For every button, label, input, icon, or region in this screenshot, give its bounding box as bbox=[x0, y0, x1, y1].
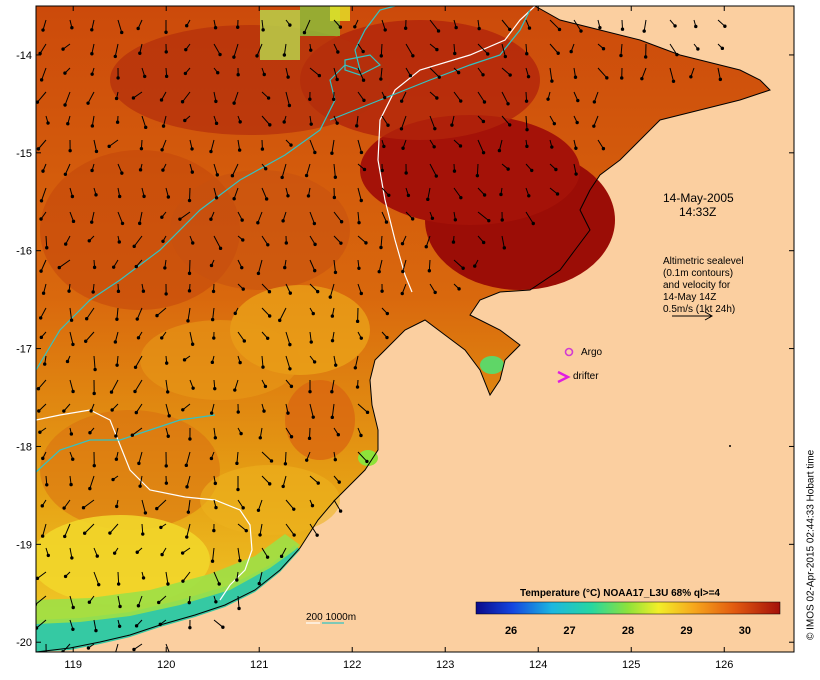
x-tick-label: 121 bbox=[250, 659, 268, 671]
colorbar-tick-label: 30 bbox=[739, 625, 751, 637]
altimetry-line: and velocity for bbox=[663, 280, 731, 291]
scale-label: 200 1000m bbox=[306, 612, 356, 623]
colorbar-tick-label: 29 bbox=[680, 625, 692, 637]
x-tick-label: 120 bbox=[157, 659, 175, 671]
timestamp-time: 14:33Z bbox=[679, 205, 716, 219]
sst-map: 119 120 121 122 123 124 125 126 -14 -15 -16 -17 -18… bbox=[16, 5, 795, 671]
credit-label: © IMOS 02-Apr-2015 02:44:33 Hobart time bbox=[805, 449, 816, 640]
altimetry-line: Altimetric sealevel bbox=[663, 256, 744, 267]
x-tick-label: 126 bbox=[715, 659, 733, 671]
y-tick-label: -18 bbox=[16, 441, 32, 453]
x-tick-label: 122 bbox=[343, 659, 361, 671]
colorbar-gradient bbox=[475, 601, 781, 615]
x-tick-label: 124 bbox=[529, 659, 547, 671]
y-tick-label: -15 bbox=[16, 148, 32, 160]
drifter-label: drifter bbox=[573, 371, 599, 382]
y-tick-label: -19 bbox=[16, 539, 32, 551]
argo-label: Argo bbox=[581, 347, 603, 358]
x-tick-label: 119 bbox=[64, 659, 82, 671]
y-tick-label: -17 bbox=[16, 344, 32, 356]
colorbar-tick-label: 28 bbox=[622, 625, 634, 637]
altimetry-line: 0.5m/s (1kt 24h) bbox=[663, 304, 735, 315]
timestamp-date: 14-May-2005 bbox=[663, 191, 734, 205]
y-tick-label: -16 bbox=[16, 246, 32, 258]
x-tick-label: 125 bbox=[622, 659, 640, 671]
altimetry-line: 14-May 14Z bbox=[663, 292, 716, 303]
altimetry-line: (0.1m contours) bbox=[663, 268, 733, 279]
x-tick-label: 123 bbox=[436, 659, 454, 671]
colorbar-tick-label: 26 bbox=[505, 625, 517, 637]
y-tick-label: -20 bbox=[16, 637, 32, 649]
colorbar-title: Temperature (°C) NOAA17_L3U 68% ql>=4 bbox=[520, 588, 720, 599]
y-tick-label: -14 bbox=[16, 50, 32, 62]
colorbar-tick-label: 27 bbox=[563, 625, 575, 637]
